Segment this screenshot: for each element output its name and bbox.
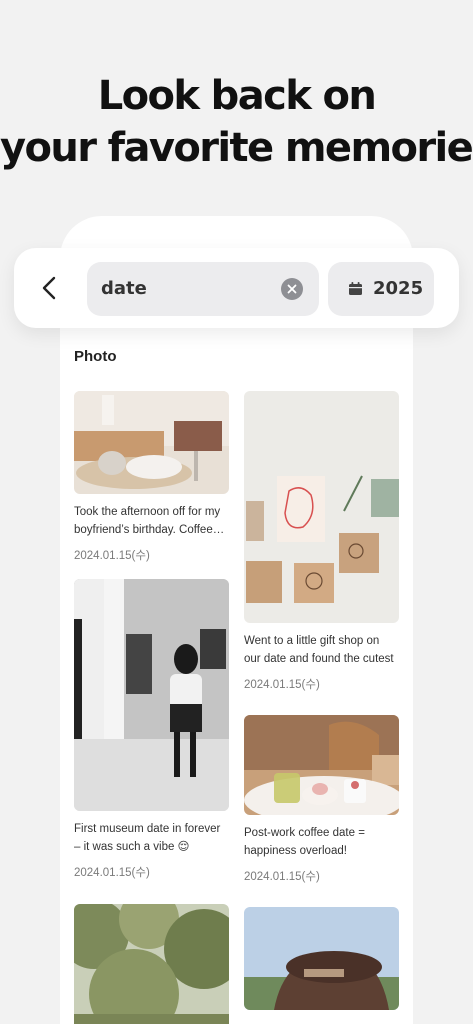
post-card[interactable]: Went to a little gift shop on our date a… (244, 391, 399, 692)
post-date: 2024.01.15(수) (244, 679, 320, 691)
post-caption: Went to a little gift shop on our date a… (244, 635, 394, 665)
search-query: date (101, 278, 147, 299)
museum-photo (74, 579, 229, 811)
search-input[interactable]: date (87, 262, 319, 316)
clear-icon (287, 284, 297, 294)
headline-line-1: Look back on (97, 73, 377, 119)
post-thumbnail[interactable] (74, 391, 229, 494)
post-thumbnail[interactable] (74, 904, 229, 1024)
post-date: 2024.01.15(수) (244, 871, 320, 883)
post-card[interactable]: First museum date in forever – it was su… (74, 579, 229, 880)
section-title: Photo (74, 348, 117, 365)
post-thumbnail[interactable] (74, 579, 229, 811)
post-thumbnail[interactable] (244, 907, 399, 1010)
post-card[interactable] (74, 904, 229, 1024)
headline: Look back on your favorite memories (0, 70, 473, 174)
back-button[interactable] (38, 273, 60, 303)
post-caption: Took the afternoon off for my boyfriend’… (74, 506, 225, 536)
back-chevron-icon (42, 276, 56, 300)
gift-shop-photo (244, 391, 399, 623)
headline-line-2: your favorite memories (0, 125, 473, 171)
cap-photo (244, 907, 399, 1010)
post-date: 2024.01.15(수) (74, 867, 150, 879)
search-bar: date 2025 (14, 248, 459, 328)
post-thumbnail[interactable] (244, 391, 399, 623)
phone-screen: Photo Took the afternoon off for my boyf… (60, 216, 413, 1024)
coffee-cafe-photo (244, 715, 399, 815)
post-caption: First museum date in forever – it was su… (74, 823, 221, 853)
post-date: 2024.01.15(수) (74, 550, 150, 562)
year-filter-button[interactable]: 2025 (328, 262, 434, 316)
calendar-icon (349, 282, 362, 295)
trees-photo (74, 904, 229, 1024)
post-card[interactable]: Took the afternoon off for my boyfriend’… (74, 391, 229, 563)
post-card[interactable] (244, 907, 399, 1010)
cafe-table-photo (74, 391, 229, 494)
year-label: 2025 (373, 278, 424, 299)
post-card[interactable]: Post-work coffee date = happiness overlo… (244, 715, 399, 884)
post-thumbnail[interactable] (244, 715, 399, 815)
clear-search-button[interactable] (281, 278, 303, 300)
post-caption: Post-work coffee date = happiness overlo… (244, 827, 365, 857)
